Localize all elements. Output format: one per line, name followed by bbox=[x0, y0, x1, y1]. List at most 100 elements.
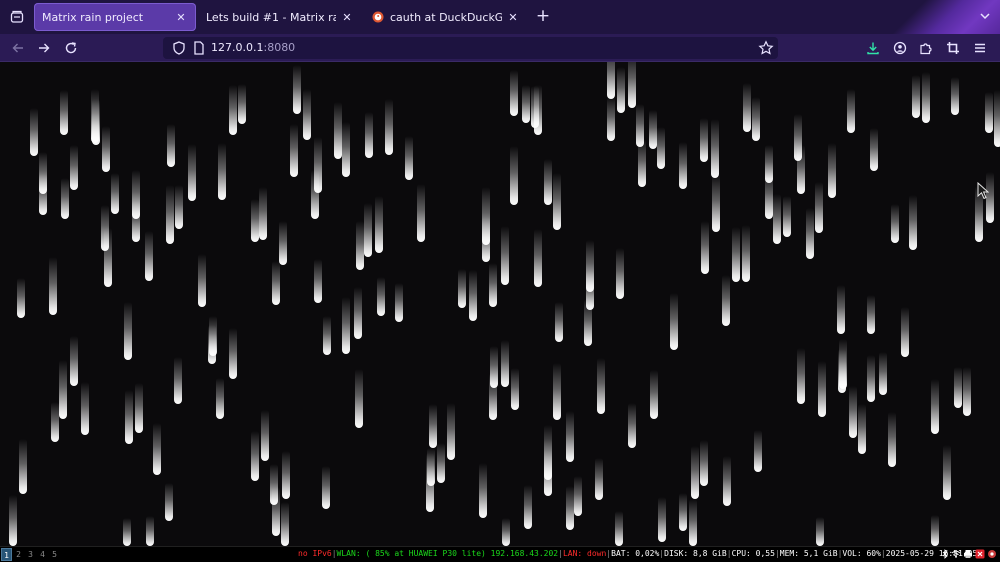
red-app-tray-icon[interactable] bbox=[975, 549, 985, 559]
tab-title: Lets build #1 - Matrix rain | Mihai bbox=[206, 10, 336, 24]
shield-icon[interactable] bbox=[171, 40, 187, 56]
rain-drop bbox=[867, 295, 875, 334]
rain-drop bbox=[447, 403, 455, 460]
new-tab-button[interactable]: + bbox=[534, 8, 552, 26]
tab-close-button[interactable]: ✕ bbox=[506, 11, 520, 24]
tab-cauth-duckduckgo[interactable]: cauth at DuckDuckGo ✕ bbox=[364, 3, 528, 31]
rain-drop bbox=[187, 144, 196, 201]
rain-drop bbox=[175, 185, 183, 229]
rain-drop bbox=[80, 382, 89, 435]
rain-drop bbox=[16, 278, 25, 318]
rain-drop bbox=[836, 285, 845, 334]
workspace-button-1[interactable]: 1 bbox=[1, 548, 12, 561]
url-bar[interactable]: 127.0.0.1:8080 bbox=[163, 37, 778, 59]
rain-drop bbox=[867, 355, 875, 402]
rain-drop bbox=[30, 108, 38, 156]
rain-drop bbox=[281, 502, 289, 546]
rain-drop bbox=[679, 493, 687, 531]
rain-drop bbox=[649, 370, 658, 419]
rain-drop bbox=[51, 402, 59, 442]
download-icon bbox=[867, 42, 879, 55]
rain-drop bbox=[135, 383, 143, 433]
list-all-tabs-icon[interactable] bbox=[978, 9, 992, 23]
application-menu-button[interactable] bbox=[971, 39, 989, 57]
rain-drop bbox=[250, 431, 259, 481]
rain-drop bbox=[164, 483, 173, 521]
bluetooth-tray-icon[interactable] bbox=[940, 549, 950, 559]
tab-close-button[interactable]: ✕ bbox=[340, 11, 354, 24]
tab-close-button[interactable]: ✕ bbox=[174, 11, 188, 24]
rain-drop bbox=[828, 143, 836, 198]
star-icon[interactable] bbox=[758, 40, 774, 56]
rain-drop bbox=[657, 127, 665, 169]
rain-drop bbox=[617, 67, 625, 113]
forward-button[interactable] bbox=[35, 39, 53, 57]
rain-drop bbox=[765, 145, 773, 183]
workspace-button-3[interactable]: 3 bbox=[25, 548, 36, 561]
rain-drop bbox=[132, 201, 140, 242]
rain-drop bbox=[912, 75, 920, 118]
rain-drop bbox=[615, 511, 623, 546]
tab-title: cauth at DuckDuckGo bbox=[390, 10, 502, 24]
rain-drop bbox=[616, 248, 624, 299]
rain-drop bbox=[891, 204, 899, 243]
rain-drop bbox=[954, 367, 962, 408]
rain-drop bbox=[365, 112, 373, 158]
rain-drop bbox=[857, 404, 866, 454]
puzzle-icon bbox=[920, 43, 932, 55]
status-cpu: CPU: 0,55 bbox=[731, 549, 775, 558]
rain-drop bbox=[701, 221, 709, 274]
rain-drop bbox=[111, 173, 119, 214]
status-disk: DISK: 8,8 GiB bbox=[664, 549, 727, 558]
rain-drop bbox=[817, 361, 826, 417]
firefox-view-button[interactable] bbox=[6, 6, 28, 28]
rain-drop bbox=[228, 328, 237, 379]
account-button[interactable] bbox=[891, 39, 909, 57]
rain-drop bbox=[921, 72, 930, 123]
rain-drop bbox=[847, 89, 855, 133]
page-info-icon[interactable] bbox=[191, 40, 207, 56]
workspace-button-2[interactable]: 2 bbox=[13, 548, 24, 561]
url-text[interactable]: 127.0.0.1:8080 bbox=[211, 41, 295, 54]
reload-button[interactable] bbox=[62, 39, 80, 57]
rain-drop bbox=[806, 208, 814, 259]
status-battery: BAT: 0,02% bbox=[611, 549, 660, 558]
rain-drop bbox=[123, 302, 132, 360]
printer-tray-icon[interactable] bbox=[963, 549, 973, 559]
hamburger-menu-icon bbox=[975, 43, 985, 53]
workspace-button-5[interactable]: 5 bbox=[49, 548, 60, 561]
matrix-rain-canvas[interactable] bbox=[0, 62, 1000, 546]
rain-drop bbox=[679, 142, 687, 189]
crop-extension-button[interactable] bbox=[944, 39, 962, 57]
back-button[interactable] bbox=[9, 39, 27, 57]
tab-matrix-rain-project[interactable]: Matrix rain project ✕ bbox=[34, 3, 196, 31]
rain-drop bbox=[313, 259, 322, 303]
downloads-button[interactable] bbox=[864, 39, 882, 57]
extensions-button[interactable] bbox=[917, 39, 935, 57]
tab-title: Matrix rain project bbox=[42, 10, 144, 24]
rain-drop bbox=[753, 430, 762, 472]
status-line: no IPv6|WLAN: ( 85% at HUAWEI P30 lite) … bbox=[298, 547, 977, 561]
rain-drop bbox=[355, 221, 364, 270]
rain-drop bbox=[565, 486, 574, 530]
wifi-tray-icon[interactable] bbox=[951, 549, 961, 559]
rain-drop bbox=[555, 302, 563, 342]
rain-drop bbox=[279, 221, 287, 265]
rain-drop bbox=[174, 357, 182, 404]
rain-drop bbox=[478, 463, 487, 518]
status-lan: LAN: down bbox=[562, 549, 607, 558]
system-status-bar: 1 2 3 4 5 no IPv6|WLAN: ( 85% at HUAWEI … bbox=[0, 546, 1000, 562]
rain-drop bbox=[688, 499, 697, 546]
workspace-button-4[interactable]: 4 bbox=[37, 548, 48, 561]
rain-drop bbox=[658, 497, 666, 542]
tab-lets-build-matrix-rain[interactable]: Lets build #1 - Matrix rain | Mihai ✕ bbox=[198, 3, 362, 31]
audio-tray-icon[interactable] bbox=[987, 549, 997, 559]
rain-drop bbox=[469, 270, 477, 321]
rain-drop bbox=[994, 90, 1000, 147]
status-memory: MEM: 5,1 GiB bbox=[779, 549, 838, 558]
rain-drop bbox=[793, 114, 802, 161]
rain-drop bbox=[166, 124, 175, 167]
crop-icon bbox=[947, 42, 959, 54]
rain-drop bbox=[690, 446, 699, 499]
rain-drop bbox=[49, 257, 57, 315]
